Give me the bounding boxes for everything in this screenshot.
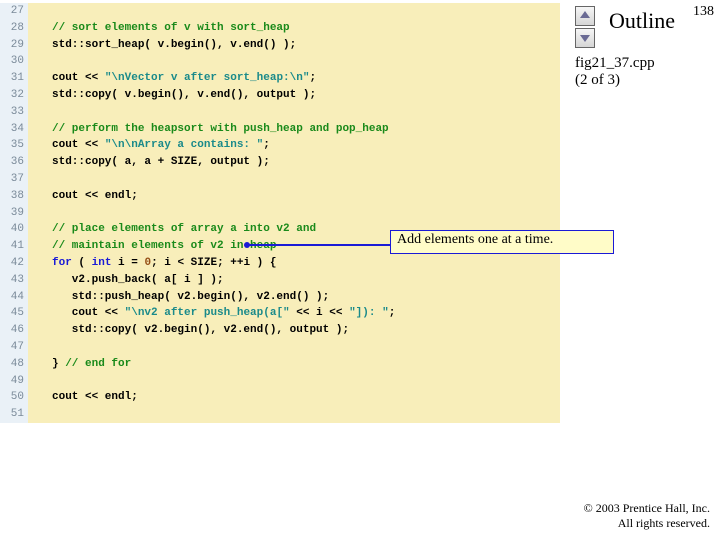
line-number: 45 <box>0 305 28 322</box>
code-text: // maintain elements of v2 in heap <box>28 238 276 255</box>
code-line: 39 <box>0 205 560 222</box>
line-number: 30 <box>0 53 28 70</box>
outline-title: Outline <box>609 8 675 34</box>
code-text: std::copy( v.begin(), v.end(), output ); <box>28 87 316 104</box>
copyright-footer: © 2003 Prentice Hall, Inc. All rights re… <box>584 501 710 530</box>
code-text: v2.push_back( a[ i ] ); <box>28 272 224 289</box>
code-line: 42for ( int i = 0; i < SIZE; ++i ) { <box>0 255 560 272</box>
line-number: 29 <box>0 37 28 54</box>
code-line: 45 cout << "\nv2 after push_heap(a[" << … <box>0 305 560 322</box>
code-line: 27 <box>0 3 560 20</box>
code-text: cout << "\nv2 after push_heap(a[" << i <… <box>28 305 395 322</box>
figure-caption: fig21_37.cpp (2 of 3) <box>575 55 685 90</box>
line-number: 50 <box>0 389 28 406</box>
caption-filename: fig21_37.cpp <box>575 55 655 71</box>
callout-box: Add elements one at a time. <box>390 230 614 254</box>
line-number: 41 <box>0 238 28 255</box>
code-line: 47 <box>0 339 560 356</box>
line-number: 47 <box>0 339 28 356</box>
callout-text: Add elements one at a time. <box>397 232 553 247</box>
line-number: 36 <box>0 154 28 171</box>
code-line: 38cout << endl; <box>0 188 560 205</box>
caption-partinfo: (2 of 3) <box>575 72 620 88</box>
line-number: 48 <box>0 356 28 373</box>
line-number: 34 <box>0 121 28 138</box>
nav-icon-stack <box>575 6 595 50</box>
line-number: 46 <box>0 322 28 339</box>
callout-connector <box>246 244 394 246</box>
arrow-up-icon[interactable] <box>575 6 595 26</box>
code-line: 29std::sort_heap( v.begin(), v.end() ); <box>0 37 560 54</box>
page-number: 138 <box>693 4 714 20</box>
line-number: 42 <box>0 255 28 272</box>
line-number: 44 <box>0 289 28 306</box>
line-number: 28 <box>0 20 28 37</box>
code-line: 30 <box>0 53 560 70</box>
line-number: 37 <box>0 171 28 188</box>
footer-line1: © 2003 Prentice Hall, Inc. <box>584 501 710 515</box>
arrow-down-icon[interactable] <box>575 28 595 48</box>
code-line: 34// perform the heapsort with push_heap… <box>0 121 560 138</box>
code-text: std::push_heap( v2.begin(), v2.end() ); <box>28 289 329 306</box>
code-text: std::copy( v2.begin(), v2.end(), output … <box>28 322 349 339</box>
line-number: 31 <box>0 70 28 87</box>
code-line: 51 <box>0 406 560 423</box>
line-number: 40 <box>0 221 28 238</box>
code-line: 31cout << "\nVector v after sort_heap:\n… <box>0 70 560 87</box>
footer-line2: All rights reserved. <box>618 516 710 530</box>
line-number: 27 <box>0 3 28 20</box>
code-text: // perform the heapsort with push_heap a… <box>28 121 389 138</box>
line-number: 32 <box>0 87 28 104</box>
code-line: 50cout << endl; <box>0 389 560 406</box>
code-text: cout << "\n\nArray a contains: "; <box>28 137 270 154</box>
code-text: cout << "\nVector v after sort_heap:\n"; <box>28 70 316 87</box>
code-line: 32std::copy( v.begin(), v.end(), output … <box>0 87 560 104</box>
code-text: // place elements of array a into v2 and <box>28 221 316 238</box>
code-line: 35cout << "\n\nArray a contains: "; <box>0 137 560 154</box>
code-text: for ( int i = 0; i < SIZE; ++i ) { <box>28 255 276 272</box>
code-line: 44 std::push_heap( v2.begin(), v2.end() … <box>0 289 560 306</box>
line-number: 43 <box>0 272 28 289</box>
line-number: 38 <box>0 188 28 205</box>
code-text: cout << endl; <box>28 389 138 406</box>
code-line: 37 <box>0 171 560 188</box>
code-line: 33 <box>0 104 560 121</box>
code-text: std::sort_heap( v.begin(), v.end() ); <box>28 37 296 54</box>
code-block: 2728// sort elements of v with sort_heap… <box>0 3 560 423</box>
code-line: 43 v2.push_back( a[ i ] ); <box>0 272 560 289</box>
code-text: } // end for <box>28 356 131 373</box>
line-number: 49 <box>0 373 28 390</box>
code-text: cout << endl; <box>28 188 138 205</box>
line-number: 35 <box>0 137 28 154</box>
line-number: 33 <box>0 104 28 121</box>
code-line: 48} // end for <box>0 356 560 373</box>
code-line: 46 std::copy( v2.begin(), v2.end(), outp… <box>0 322 560 339</box>
code-text: std::copy( a, a + SIZE, output ); <box>28 154 270 171</box>
code-text: // sort elements of v with sort_heap <box>28 20 290 37</box>
code-line: 28// sort elements of v with sort_heap <box>0 20 560 37</box>
code-line: 36std::copy( a, a + SIZE, output ); <box>0 154 560 171</box>
line-number: 39 <box>0 205 28 222</box>
code-line: 49 <box>0 373 560 390</box>
line-number: 51 <box>0 406 28 423</box>
